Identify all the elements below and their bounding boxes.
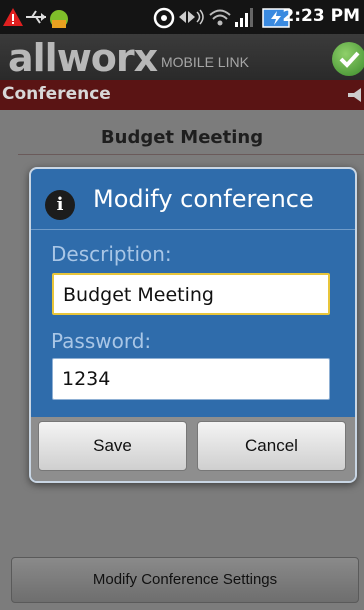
cancel-button[interactable]: Cancel	[197, 421, 346, 471]
brand-subtitle: MOBILE LINK	[161, 54, 249, 70]
dialog-header: i Modify conference	[31, 169, 355, 230]
conference-name: Budget Meeting	[100, 127, 264, 148]
password-field[interactable]: 1234	[52, 358, 330, 400]
connected-check-icon	[332, 42, 364, 76]
wifi-icon	[209, 9, 231, 26]
description-label: Description:	[51, 242, 172, 266]
modify-conference-dialog: i Modify conference Description: Budget …	[29, 167, 357, 483]
dialog-button-bar: Save Cancel	[31, 417, 355, 481]
password-label: Password:	[51, 329, 152, 353]
usb-icon	[26, 10, 46, 24]
save-button[interactable]: Save	[38, 421, 187, 471]
info-icon: i	[45, 190, 75, 220]
description-field[interactable]: Budget Meeting	[52, 273, 330, 315]
warning-icon	[3, 8, 23, 26]
audio-icon	[179, 9, 204, 25]
modify-conference-settings-button[interactable]: Modify Conference Settings	[11, 557, 359, 603]
status-bar: 2:23 PM	[0, 0, 364, 34]
brand-logo: allworx	[8, 36, 158, 80]
android-icon	[50, 10, 68, 28]
section-bar: Conference	[0, 80, 364, 110]
divider	[18, 154, 364, 155]
dialog-title: Modify conference	[93, 185, 314, 213]
app-header: allworx MOBILE LINK	[0, 34, 364, 80]
speaker-icon[interactable]	[348, 87, 364, 103]
section-title: Conference	[2, 84, 111, 104]
sync-icon	[153, 7, 175, 29]
clock: 2:23 PM	[282, 6, 360, 26]
signal-icon	[235, 8, 253, 27]
